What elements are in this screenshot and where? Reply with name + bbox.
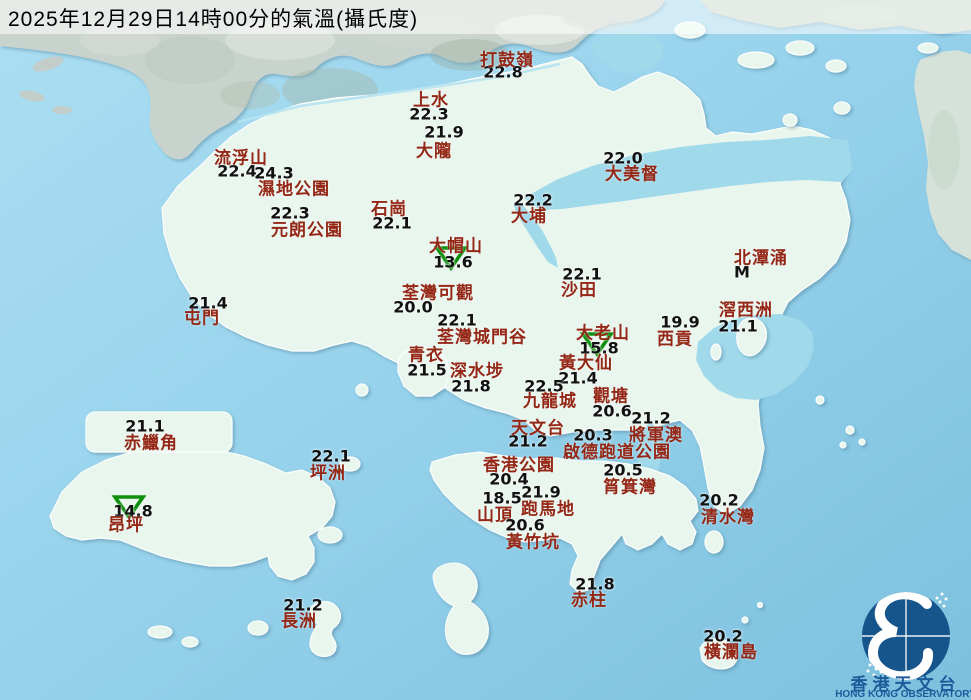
- station-name: 大美督: [605, 160, 659, 185]
- station-name: 元朗公園: [271, 216, 343, 241]
- station-name: 啟德跑道公園: [563, 438, 671, 463]
- station-name: 赤鱲角: [124, 429, 178, 454]
- station-name: 九龍城: [523, 387, 577, 412]
- station-name: 屯門: [184, 304, 220, 329]
- station-name: 大帽山: [429, 232, 483, 257]
- hko-logo-english: HONG KONG OBSERVATORY: [834, 689, 971, 700]
- station-name: 黃大仙: [559, 349, 613, 374]
- station-name: 打鼓嶺: [480, 46, 534, 71]
- station-name: 橫瀾島: [704, 638, 758, 663]
- station-name: 青衣: [408, 341, 444, 366]
- station-name: 荃灣城門谷: [437, 323, 527, 348]
- hk-temperature-map: 2025年12月29日14時00分的氣溫(攝氏度) 22.8打鼓嶺22.3上水2…: [0, 0, 971, 700]
- station-name: 天文台: [511, 414, 565, 439]
- station-name: 荃灣可觀: [402, 279, 474, 304]
- station-name: 昂坪: [108, 511, 144, 536]
- station-name: 濕地公園: [258, 175, 330, 200]
- station-name: 大老山: [576, 319, 630, 344]
- station-name: 長洲: [281, 607, 317, 632]
- station-name: 筲箕灣: [603, 473, 657, 498]
- station-name: 赤柱: [571, 586, 607, 611]
- station-name: 上水: [413, 86, 449, 111]
- station-name: 坪洲: [310, 459, 346, 484]
- station-name: 西貢: [657, 325, 693, 350]
- station-name: 北潭涌: [734, 244, 788, 269]
- station-name: 大埔: [511, 202, 547, 227]
- station-name: 滘西洲: [719, 296, 773, 321]
- station-name: 深水埗: [450, 357, 504, 382]
- station-name: 觀塘: [593, 382, 629, 407]
- station-name: 清水灣: [701, 503, 755, 528]
- station-name: 大隴: [416, 137, 452, 162]
- station-name: 黃竹坑: [506, 528, 560, 553]
- station-name: 石崗: [371, 195, 407, 220]
- station-name: 香港公園: [483, 451, 555, 476]
- hko-logo: 香港天文台 HONG KONG OBSERVATORY: [840, 586, 971, 700]
- station-name: 沙田: [561, 276, 597, 301]
- stations-layer: 22.8打鼓嶺22.3上水21.9大隴22.4流浮山24.3濕地公園22.3元朗…: [0, 0, 971, 700]
